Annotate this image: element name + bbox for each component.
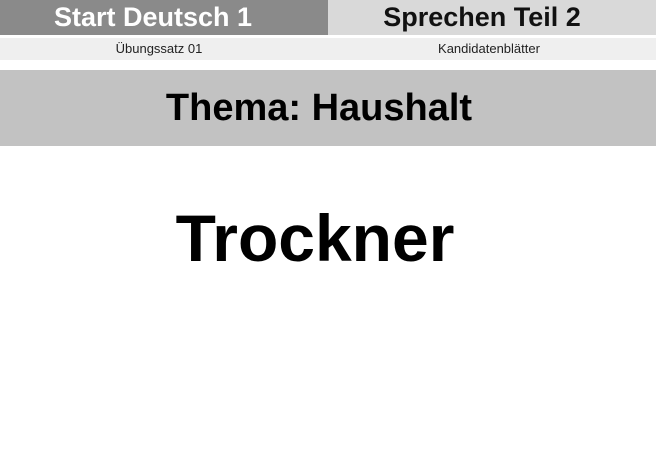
card-word: Trockner [175, 201, 455, 275]
set-label: Übungssatz 01 [115, 41, 203, 56]
subheader-row: Übungssatz 01 Kandidatenblätter [0, 38, 656, 60]
theme-heading: Thema: Haushalt [0, 70, 656, 146]
section-title: Sprechen Teil 2 [328, 0, 656, 35]
exam-title: Start Deutsch 1 [0, 0, 328, 35]
header-row: Start Deutsch 1 Sprechen Teil 2 [0, 0, 656, 35]
exam-card-page: Start Deutsch 1 Sprechen Teil 2 Übungssa… [0, 0, 656, 452]
sheet-label: Kandidatenblätter [438, 41, 540, 56]
